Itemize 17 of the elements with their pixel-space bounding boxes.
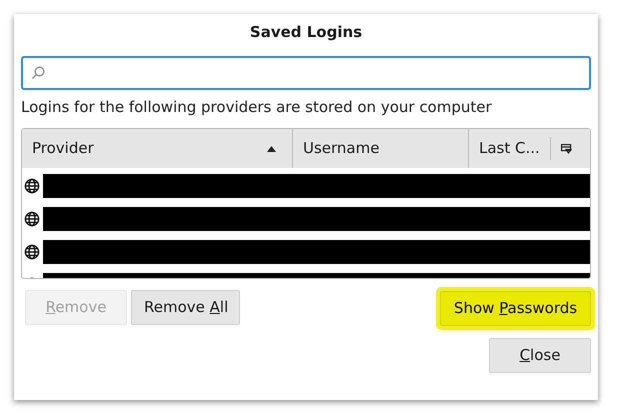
search-field[interactable] [21,56,591,90]
globe-icon [24,211,40,227]
window-title: Saved Logins [250,22,362,43]
description-text: Logins for the following providers are stored on your computer [21,96,493,118]
column-title: Last C... [478,138,541,160]
column-header[interactable]: Last C... [468,129,550,168]
column-title: Username [302,138,380,160]
dialog-button[interactable]: Remove All [131,290,240,325]
sort-ascending-icon [267,146,276,152]
search-icon [31,66,45,80]
column-picker-icon[interactable] [561,144,572,154]
globe-icon [24,178,40,194]
globe-icon [24,244,40,260]
dialog-button[interactable]: Close [489,338,591,373]
column-title: Provider [31,138,95,160]
column-header[interactable]: Provider [22,129,292,168]
column-header[interactable]: Username [292,129,468,168]
